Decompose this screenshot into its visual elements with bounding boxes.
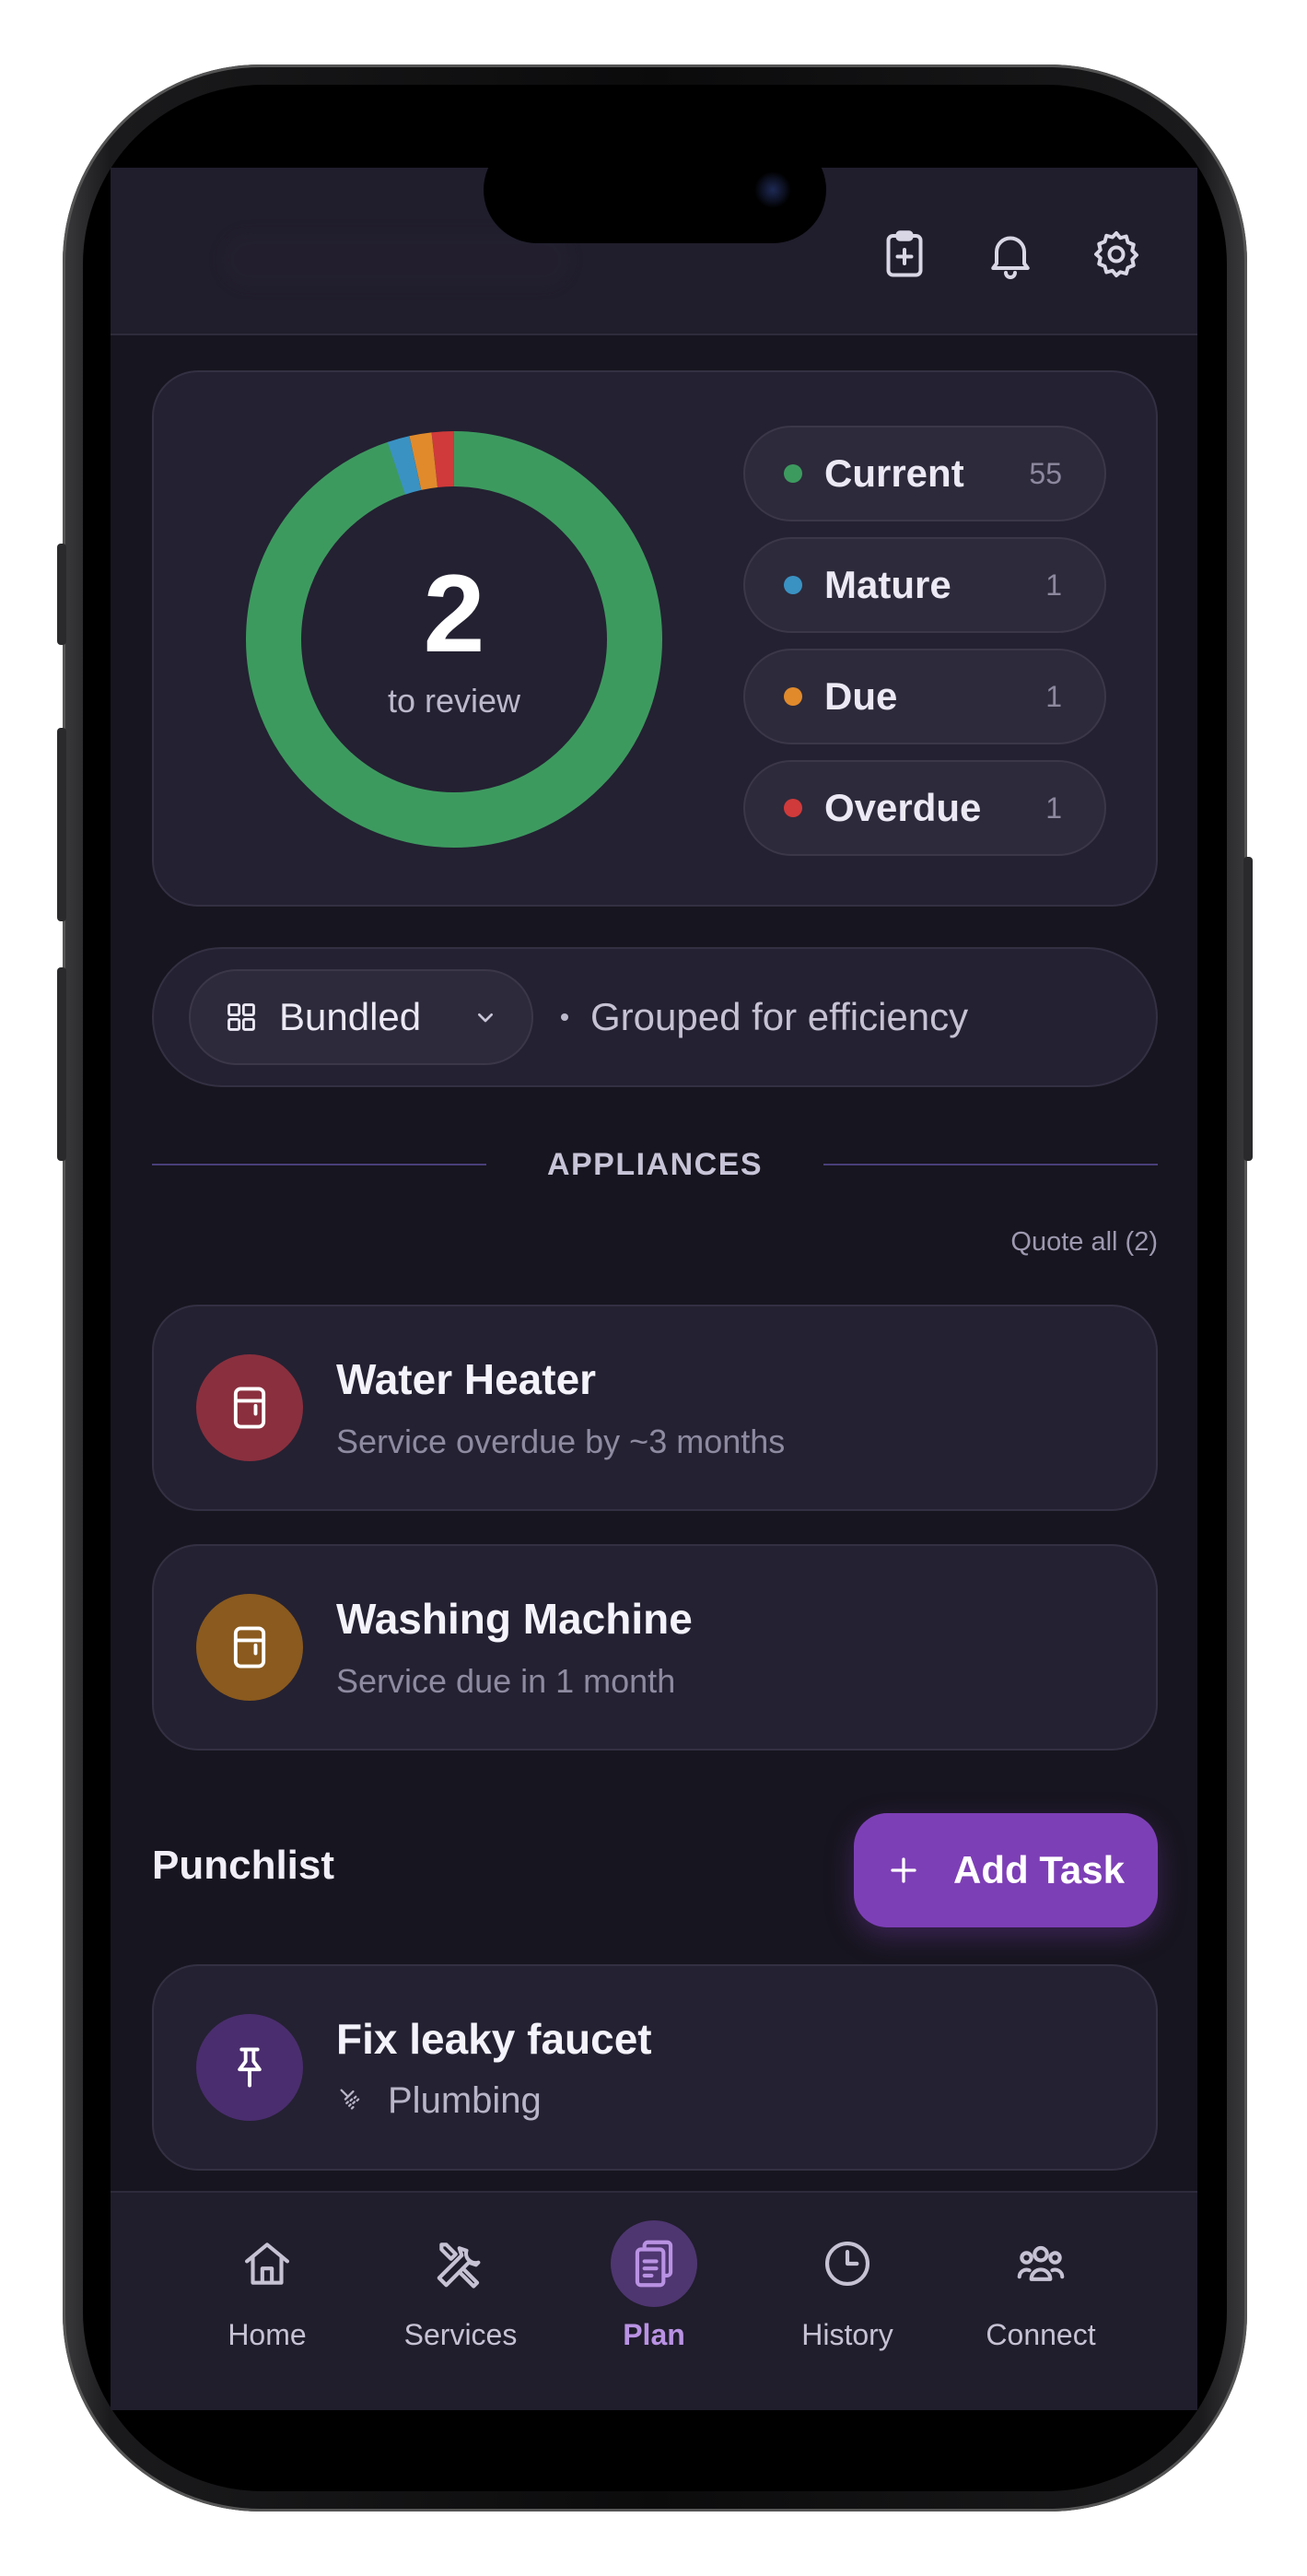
action-button xyxy=(57,544,66,645)
appliance-icon xyxy=(233,1387,266,1429)
task-avatar xyxy=(196,2014,303,2121)
appliance-card-washing-machine[interactable]: Washing Machine Service due in 1 month xyxy=(152,1544,1158,1751)
appliance-title: Water Heater xyxy=(336,1355,597,1403)
status-donut-chart: 2 to review xyxy=(246,431,662,848)
review-count: 2 xyxy=(423,552,485,675)
nav-label: Plan xyxy=(623,2318,685,2351)
legend-label: Current xyxy=(824,451,964,495)
pin-icon xyxy=(238,2047,262,2088)
home-icon xyxy=(224,2220,310,2307)
nav-label: History xyxy=(801,2318,893,2351)
legend-mature[interactable]: Mature 1 xyxy=(743,537,1106,633)
nav-label: Home xyxy=(228,2318,307,2351)
legend-label: Overdue xyxy=(824,786,982,829)
clipboard-plus-icon[interactable] xyxy=(877,227,932,282)
nav-item-home[interactable]: Home xyxy=(170,2193,364,2410)
app-screen: 2 to review Current 55 Mature 1 Due 1 Ov… xyxy=(111,168,1197,2410)
gear-icon[interactable] xyxy=(1089,227,1144,282)
appliance-text: Washing Machine Service due in 1 month xyxy=(336,1594,693,1701)
legend-count: 1 xyxy=(1045,679,1062,713)
appliances-section-header: APPLIANCES xyxy=(152,1137,1159,1192)
view-mode-dropdown[interactable]: Bundled xyxy=(189,969,533,1065)
legend-count: 1 xyxy=(1045,790,1062,825)
nav-item-plan[interactable]: Plan xyxy=(557,2193,751,2410)
add-task-button[interactable]: Add Task xyxy=(854,1813,1158,1927)
view-mode-description: Grouped for efficiency xyxy=(590,995,969,1038)
appliance-icon xyxy=(233,1626,266,1669)
volume-down-button xyxy=(57,967,66,1161)
people-icon xyxy=(998,2220,1084,2307)
task-text: Fix leaky faucet Plumbing xyxy=(336,2014,652,2122)
nav-item-services[interactable]: Services xyxy=(364,2193,557,2410)
legend-label: Due xyxy=(824,674,898,718)
status-legend: Current 55 Mature 1 Due 1 Overdue 1 xyxy=(743,426,1106,872)
punchlist-title: Punchlist xyxy=(152,1843,335,1888)
appliance-text: Water Heater Service overdue by ~3 month… xyxy=(336,1354,785,1461)
bottom-navigation: Home Services Plan History Connect xyxy=(111,2191,1197,2410)
status-dot xyxy=(784,799,802,817)
punchlist-item-fix-leaky-faucet[interactable]: Fix leaky faucet Plumbing xyxy=(152,1964,1158,2171)
task-title: Fix leaky faucet xyxy=(336,2014,652,2063)
grid-icon xyxy=(228,1003,255,1031)
legend-count: 1 xyxy=(1045,568,1062,602)
legend-overdue[interactable]: Overdue 1 xyxy=(743,760,1106,856)
view-mode-bar: Bundled Grouped for efficiency xyxy=(152,947,1158,1087)
chevron-down-icon xyxy=(478,1013,493,1023)
header-title-placeholder xyxy=(221,232,571,287)
quote-all-link[interactable]: Quote all (2) xyxy=(1010,1227,1158,1258)
appliance-avatar xyxy=(196,1594,303,1701)
add-task-label: Add Task xyxy=(953,1848,1125,1891)
task-category: Plumbing xyxy=(336,2080,652,2122)
legend-label: Mature xyxy=(824,563,951,606)
appliance-status: Service due in 1 month xyxy=(336,1662,676,1700)
volume-up-button xyxy=(57,728,66,921)
nav-label: Connect xyxy=(986,2318,1096,2351)
status-dot xyxy=(784,576,802,594)
legend-due[interactable]: Due 1 xyxy=(743,649,1106,744)
status-dot xyxy=(784,464,802,483)
legend-count: 55 xyxy=(1029,456,1062,490)
shower-icon xyxy=(340,2089,360,2110)
review-summary-card: 2 to review Current 55 Mature 1 Due 1 Ov… xyxy=(152,370,1158,907)
appliance-avatar xyxy=(196,1354,303,1461)
view-mode-value: Bundled xyxy=(279,995,422,1038)
status-dot xyxy=(784,687,802,706)
appliance-card-water-heater[interactable]: Water Heater Service overdue by ~3 month… xyxy=(152,1305,1158,1511)
divider-line xyxy=(152,1164,486,1165)
clock-icon xyxy=(804,2220,891,2307)
appliance-title: Washing Machine xyxy=(336,1595,693,1643)
nav-item-connect[interactable]: Connect xyxy=(944,2193,1138,2410)
review-count-label: to review xyxy=(387,682,521,720)
tools-icon xyxy=(417,2220,504,2307)
legend-current[interactable]: Current 55 xyxy=(743,426,1106,521)
plus-icon xyxy=(891,1857,916,1883)
bell-icon[interactable] xyxy=(983,227,1038,282)
donut-center: 2 to review xyxy=(246,431,662,848)
power-button xyxy=(1243,857,1253,1161)
task-category-label: Plumbing xyxy=(388,2079,542,2121)
clipboard-icon xyxy=(611,2220,697,2307)
nav-item-history[interactable]: History xyxy=(751,2193,944,2410)
section-title: APPLIANCES xyxy=(546,1146,764,1182)
dynamic-island xyxy=(484,136,826,243)
separator-dot xyxy=(561,1013,568,1021)
camera-lens xyxy=(754,171,791,208)
appliance-status: Service overdue by ~3 months xyxy=(336,1423,786,1460)
nav-label: Services xyxy=(403,2318,518,2351)
divider-line xyxy=(823,1164,1159,1165)
